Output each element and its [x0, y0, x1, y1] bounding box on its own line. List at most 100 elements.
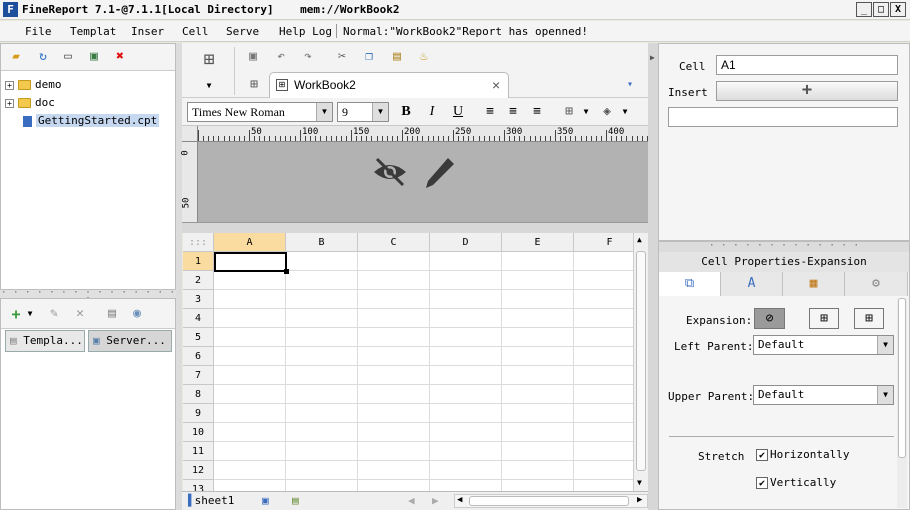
- dropdown-menu-icon[interactable]: ▾: [621, 76, 639, 94]
- selected-cell-outline[interactable]: [214, 252, 289, 274]
- chevron-down-icon[interactable]: ▼: [21, 305, 39, 323]
- tab-style[interactable]: A: [721, 272, 783, 296]
- grid-horizontal-scrollbar[interactable]: ◀ ▶: [454, 494, 648, 508]
- grid-cell[interactable]: [502, 290, 574, 309]
- grid-cell[interactable]: [214, 366, 286, 385]
- grid-cell[interactable]: [430, 347, 502, 366]
- grid-cell[interactable]: [214, 290, 286, 309]
- scroll-thumb[interactable]: [636, 251, 646, 471]
- add-chart-sheet-icon[interactable]: ▤: [292, 494, 299, 507]
- cut-icon[interactable]: ✂: [333, 48, 351, 66]
- report-header-area[interactable]: [198, 142, 648, 222]
- grid-cell[interactable]: [574, 404, 633, 423]
- splitter-vertical-right[interactable]: ▶: [648, 43, 658, 510]
- row-header[interactable]: 5: [183, 328, 214, 347]
- grid-cell[interactable]: [286, 271, 358, 290]
- expand-icon[interactable]: +: [5, 80, 14, 90]
- grid-cell[interactable]: [502, 328, 574, 347]
- grid-cell[interactable]: [502, 404, 574, 423]
- row-header[interactable]: 3: [183, 290, 214, 309]
- grid-cell[interactable]: [574, 423, 633, 442]
- grid-cell[interactable]: [430, 252, 502, 271]
- vertically-checkbox[interactable]: ✔ Vertically: [756, 476, 836, 489]
- grid-cell[interactable]: [358, 309, 430, 328]
- grid-cell[interactable]: [502, 442, 574, 461]
- grid-cell[interactable]: [430, 385, 502, 404]
- grid-cell[interactable]: [502, 271, 574, 290]
- row-header[interactable]: 12: [183, 461, 214, 480]
- fill-color-icon[interactable]: ◈: [598, 103, 616, 121]
- grid-cell[interactable]: [286, 328, 358, 347]
- grid-cell[interactable]: [574, 290, 633, 309]
- scroll-left-icon[interactable]: ◀: [408, 494, 415, 507]
- grid-cell[interactable]: [430, 309, 502, 328]
- row-header[interactable]: 9: [183, 404, 214, 423]
- column-header[interactable]: D: [430, 233, 502, 252]
- grid-cell[interactable]: [574, 252, 633, 271]
- grid-cell[interactable]: [502, 461, 574, 480]
- new-folder-icon[interactable]: ▣: [85, 48, 103, 66]
- row-header[interactable]: 10: [183, 423, 214, 442]
- grid-cell[interactable]: [214, 328, 286, 347]
- row-header[interactable]: 13: [183, 480, 214, 491]
- grid-cell[interactable]: [358, 442, 430, 461]
- grid-cell[interactable]: [358, 290, 430, 309]
- insert-table-icon[interactable]: ⊞: [245, 76, 263, 94]
- grid-cell[interactable]: [286, 442, 358, 461]
- grid-cell[interactable]: [574, 309, 633, 328]
- tab-server[interactable]: ▣ Server...: [88, 330, 172, 352]
- menu-insert[interactable]: Inser: [131, 25, 164, 38]
- copy-icon[interactable]: ❐: [360, 48, 378, 66]
- tree-item-demo[interactable]: + demo: [5, 76, 62, 94]
- grid-cell[interactable]: [574, 480, 633, 491]
- splitter-handle[interactable]: · · · · · · · · · · · · ·: [659, 241, 909, 252]
- grid-cell[interactable]: [214, 309, 286, 328]
- menu-template[interactable]: Templat: [70, 25, 116, 38]
- row-header[interactable]: 1: [183, 252, 214, 271]
- grid-cell[interactable]: [214, 461, 286, 480]
- refresh-icon[interactable]: ↻: [34, 48, 52, 66]
- grid-cell[interactable]: [286, 309, 358, 328]
- grid-cell[interactable]: [502, 309, 574, 328]
- properties-scrollbar[interactable]: [897, 298, 907, 508]
- column-header[interactable]: C: [358, 233, 430, 252]
- underline-button[interactable]: U: [449, 103, 467, 121]
- expansion-horizontal-button[interactable]: ⊞: [854, 308, 884, 329]
- grid-cell[interactable]: [286, 480, 358, 491]
- grid-cell[interactable]: [574, 442, 633, 461]
- grid-cell[interactable]: [502, 252, 574, 271]
- menu-cell[interactable]: Cell: [182, 25, 209, 38]
- grid-cell[interactable]: [358, 328, 430, 347]
- border-icon[interactable]: ⊞: [560, 103, 578, 121]
- grid-cell[interactable]: [502, 347, 574, 366]
- grid-cell[interactable]: [574, 347, 633, 366]
- row-header[interactable]: 11: [183, 442, 214, 461]
- scroll-right-icon[interactable]: ▶: [637, 495, 642, 505]
- save-icon[interactable]: ▣: [244, 48, 262, 66]
- database-icon[interactable]: ◉: [128, 305, 146, 323]
- grid-cell[interactable]: [214, 480, 286, 491]
- grid-cell[interactable]: [502, 423, 574, 442]
- grid-cell[interactable]: [286, 366, 358, 385]
- column-header[interactable]: E: [502, 233, 574, 252]
- font-family-select[interactable]: Times New Roman ▼: [187, 102, 333, 122]
- document-search-icon[interactable]: ▤: [103, 305, 121, 323]
- open-folder-icon[interactable]: ▰: [7, 48, 25, 66]
- pencil-icon[interactable]: [424, 156, 456, 190]
- tab-expansion[interactable]: ⧉: [659, 272, 721, 296]
- preview-icon[interactable]: ⊞: [196, 51, 222, 77]
- scroll-down-icon[interactable]: ▼: [637, 478, 642, 487]
- hide-eye-icon[interactable]: [372, 156, 408, 188]
- horizontally-checkbox[interactable]: ✔ Horizontally: [756, 448, 849, 461]
- select-all-corner[interactable]: :::: [183, 233, 214, 252]
- expand-icon[interactable]: +: [5, 98, 14, 108]
- tab-templates[interactable]: ▤ Templa...: [5, 330, 85, 352]
- minimize-button[interactable]: _: [856, 2, 872, 17]
- align-right-icon[interactable]: ≡: [528, 103, 546, 121]
- grid-cell[interactable]: [430, 290, 502, 309]
- grid-cell[interactable]: [430, 461, 502, 480]
- tab-settings[interactable]: ⚙: [845, 272, 908, 296]
- tree-item-doc[interactable]: + doc: [5, 94, 55, 112]
- grid-cell[interactable]: [574, 461, 633, 480]
- redo-icon[interactable]: ↷: [299, 48, 317, 66]
